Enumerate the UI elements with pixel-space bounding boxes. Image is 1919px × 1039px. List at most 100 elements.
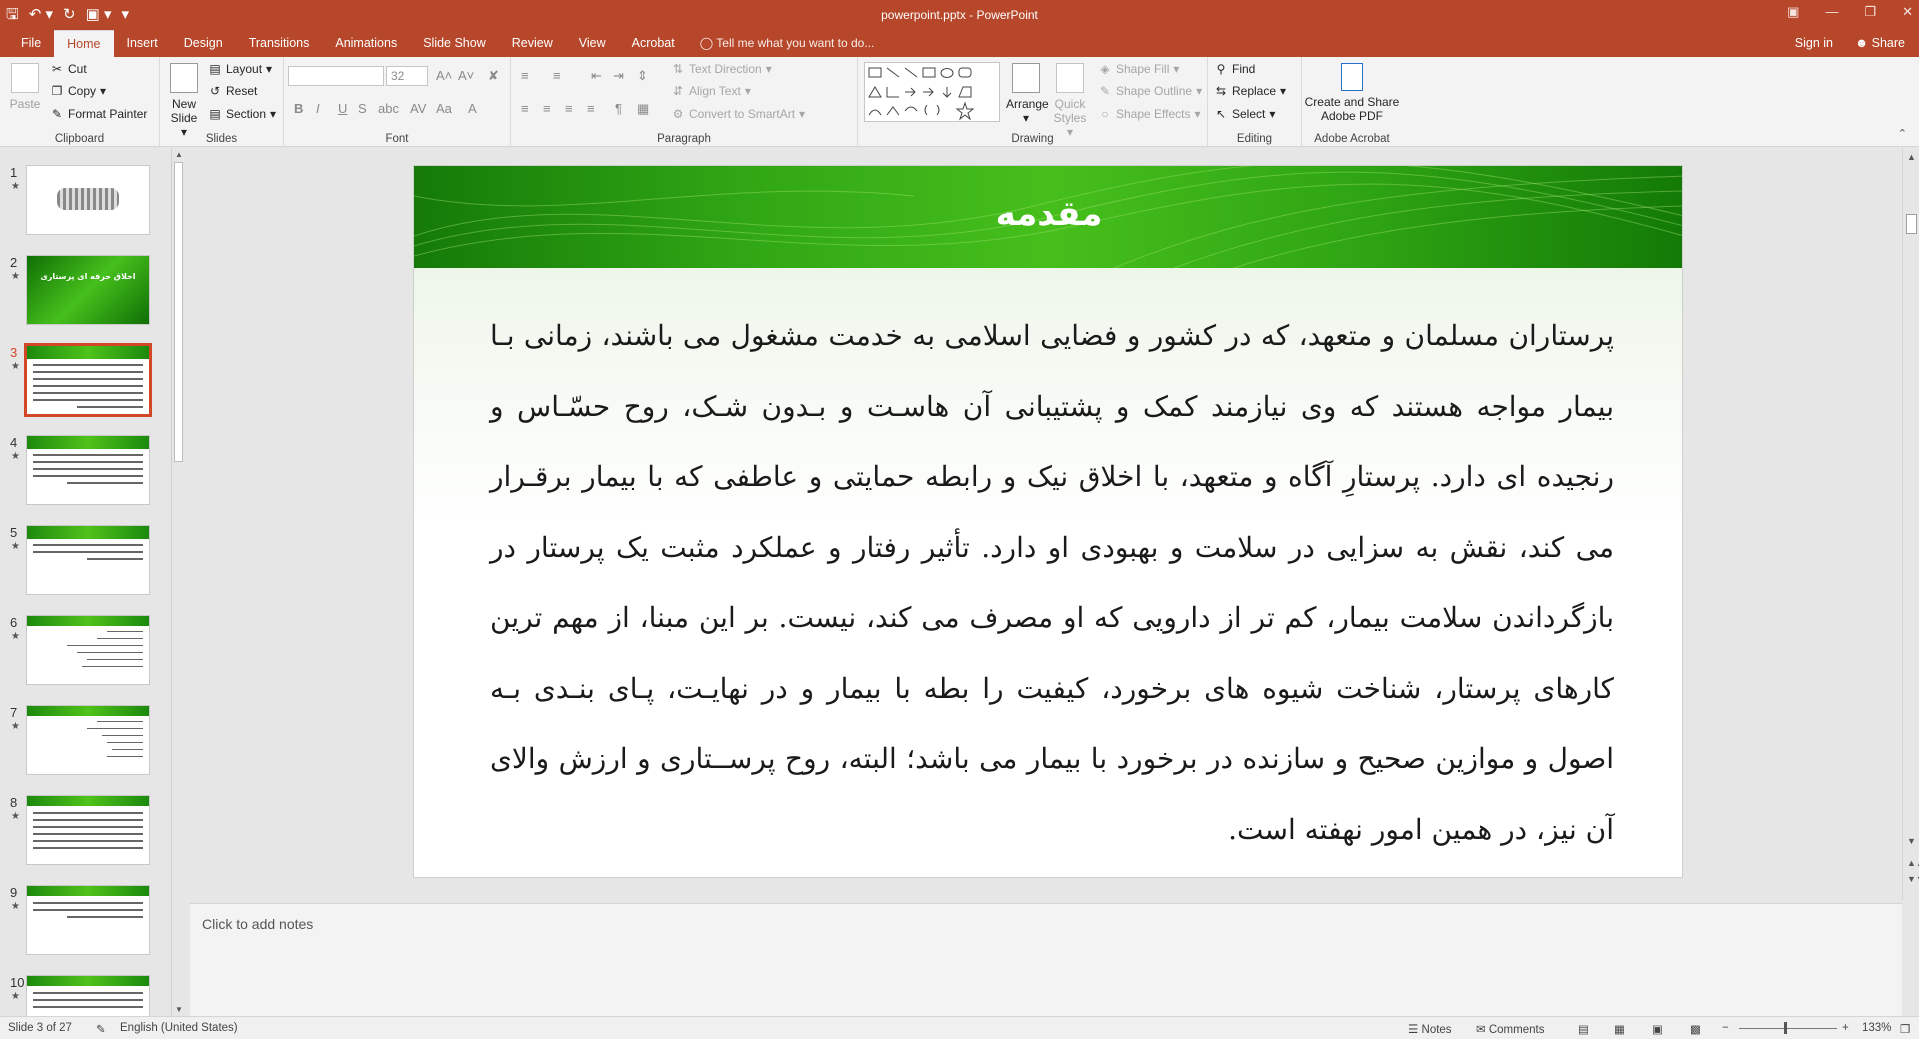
tell-me-box[interactable]: ◯ Tell me what you want to do... [700,30,875,57]
decrease-indent-icon[interactable]: ⇤ [591,68,602,84]
shape-effects-button[interactable]: ○ Shape Effects ▾ [1098,107,1200,121]
strikethrough-icon[interactable]: abc [378,101,399,116]
shape-outline-button[interactable]: ✎ Shape Outline ▾ [1098,84,1202,98]
scroll-thumb[interactable] [174,162,183,462]
scroll-down-icon[interactable]: ▼ [1907,836,1916,846]
normal-view-icon[interactable]: ▤ [1578,1022,1589,1036]
share-button[interactable]: ☻ Share [1855,30,1905,57]
sign-in-link[interactable]: Sign in [1795,30,1833,57]
comments-toggle[interactable]: ✉ Comments [1476,1022,1544,1036]
fit-slide-icon[interactable]: ❐ [1900,1022,1910,1036]
line-spacing-icon[interactable]: ⇕ [637,68,648,84]
paste-button[interactable]: Paste [8,63,42,111]
format-painter-button[interactable]: ✎ Format Painter [50,107,147,121]
shrink-font-icon[interactable]: A˅ [458,68,474,83]
font-size-box[interactable]: 32 [386,66,428,86]
increase-indent-icon[interactable]: ⇥ [613,68,624,84]
new-slide-button[interactable]: New Slide ▾ [166,63,202,139]
slide-body-text[interactable]: پرستاران مسلمان و متعهد، که در کشور و فض… [490,301,1614,865]
language-indicator[interactable]: English (United States) [120,1022,238,1034]
convert-smartart-button[interactable]: ⚙ Convert to SmartArt ▾ [671,107,805,121]
arrange-button[interactable]: Arrange ▾ [1006,63,1049,125]
next-slide-icon[interactable]: ▼▼ [1907,874,1919,884]
scroll-up-icon[interactable]: ▲ [175,150,183,159]
zoom-in-icon[interactable]: + [1842,1022,1849,1034]
thumbnail-slide-3[interactable] [24,343,152,417]
align-right-icon[interactable]: ≡ [565,101,573,116]
slide-sorter-icon[interactable]: ▦ [1614,1022,1625,1036]
rtl-icon[interactable]: ¶ [615,101,622,116]
bold-icon[interactable]: B [294,101,303,116]
tab-review[interactable]: Review [499,30,566,57]
zoom-out-icon[interactable]: − [1722,1022,1729,1034]
thumbnail-slide-9[interactable] [26,885,150,955]
columns-icon[interactable]: ▦ [637,101,649,117]
cut-button[interactable]: ✂ Cut [50,62,87,76]
thumbnail-slide-8[interactable] [26,795,150,865]
section-button[interactable]: ▤ Section ▾ [208,107,276,121]
notes-pane[interactable]: Click to add notes [190,903,1902,1016]
slide-scrollbar[interactable]: ▲ ▼ ▲▲ ▼▼ [1902,148,1919,900]
thumbnail-slide-5[interactable] [26,525,150,595]
ribbon-display-icon[interactable]: ▣ [1787,4,1799,20]
minimize-icon[interactable]: — [1825,4,1838,20]
reading-view-icon[interactable]: ▣ [1652,1022,1663,1036]
italic-icon[interactable]: I [316,101,320,116]
tab-slide-show[interactable]: Slide Show [410,30,499,57]
thumbnail-slide-7[interactable] [26,705,150,775]
slide-title[interactable]: مقدمه [414,194,1682,234]
scroll-thumb[interactable] [1906,214,1917,234]
numbering-icon[interactable]: ≡ [553,68,561,83]
spellcheck-icon[interactable]: ✎ [96,1022,106,1036]
char-spacing-icon[interactable]: AV [410,101,426,116]
collapse-ribbon-icon[interactable]: ⌃ [1898,127,1907,140]
tab-acrobat[interactable]: Acrobat [619,30,688,57]
change-case-icon[interactable]: Aa [436,101,452,116]
quick-styles-button[interactable]: Quick Styles ▾ [1050,63,1090,139]
tab-view[interactable]: View [566,30,619,57]
replace-button[interactable]: ⇆ Replace ▾ [1214,84,1286,98]
reset-button[interactable]: ↺ Reset [208,84,257,98]
thumbnail-slide-6[interactable] [26,615,150,685]
align-center-icon[interactable]: ≡ [543,101,551,116]
copy-button[interactable]: ❐ Copy ▾ [50,84,106,98]
maximize-icon[interactable]: ❐ [1864,4,1876,20]
zoom-slider-thumb[interactable] [1784,1022,1787,1034]
current-slide[interactable]: مقدمه پرستاران مسلمان و متعهد، که در کشو… [413,165,1683,878]
slide-show-icon[interactable]: ▩ [1690,1022,1701,1036]
layout-button[interactable]: ▤ Layout ▾ [208,62,272,76]
select-button[interactable]: ↖ Select ▾ [1214,107,1275,121]
font-name-box[interactable] [288,66,384,86]
previous-slide-icon[interactable]: ▲▲ [1907,858,1919,868]
clear-formatting-icon[interactable]: ✘ [488,68,499,84]
zoom-slider[interactable] [1739,1028,1837,1029]
notes-placeholder[interactable]: Click to add notes [202,916,313,932]
create-share-pdf-button[interactable]: Create and Share Adobe PDF [1302,63,1402,123]
tab-insert[interactable]: Insert [114,30,171,57]
find-button[interactable]: ⚲ Find [1214,62,1256,76]
tab-design[interactable]: Design [171,30,236,57]
tab-transitions[interactable]: Transitions [236,30,323,57]
font-color-icon[interactable]: A [468,101,477,116]
close-icon[interactable]: ✕ [1902,4,1913,20]
thumbnail-slide-10[interactable] [26,975,150,1016]
tab-file[interactable]: File [8,30,54,57]
underline-icon[interactable]: U [338,101,347,116]
notes-toggle[interactable]: ☰ Notes [1408,1022,1452,1036]
align-left-icon[interactable]: ≡ [521,101,529,116]
align-text-button[interactable]: ⇵ Align Text ▾ [671,84,751,98]
text-direction-button[interactable]: ⇅ Text Direction ▾ [671,62,772,76]
bullets-icon[interactable]: ≡ [521,68,529,83]
shape-fill-button[interactable]: ◈ Shape Fill ▾ [1098,62,1179,76]
grow-font-icon[interactable]: A˄ [436,68,452,83]
thumbnail-slide-4[interactable] [26,435,150,505]
tab-home[interactable]: Home [54,30,114,57]
justify-icon[interactable]: ≡ [587,101,595,116]
zoom-level[interactable]: 133% [1862,1022,1891,1034]
scroll-up-icon[interactable]: ▲ [1907,152,1916,162]
scroll-down-icon[interactable]: ▼ [175,1005,183,1014]
thumbnail-slide-2[interactable]: اخلاق حرفه ای پرستاری [26,255,150,325]
shadow-icon[interactable]: S [358,101,367,116]
thumbnail-slide-1[interactable] [26,165,150,235]
shapes-gallery[interactable] [864,62,1000,122]
